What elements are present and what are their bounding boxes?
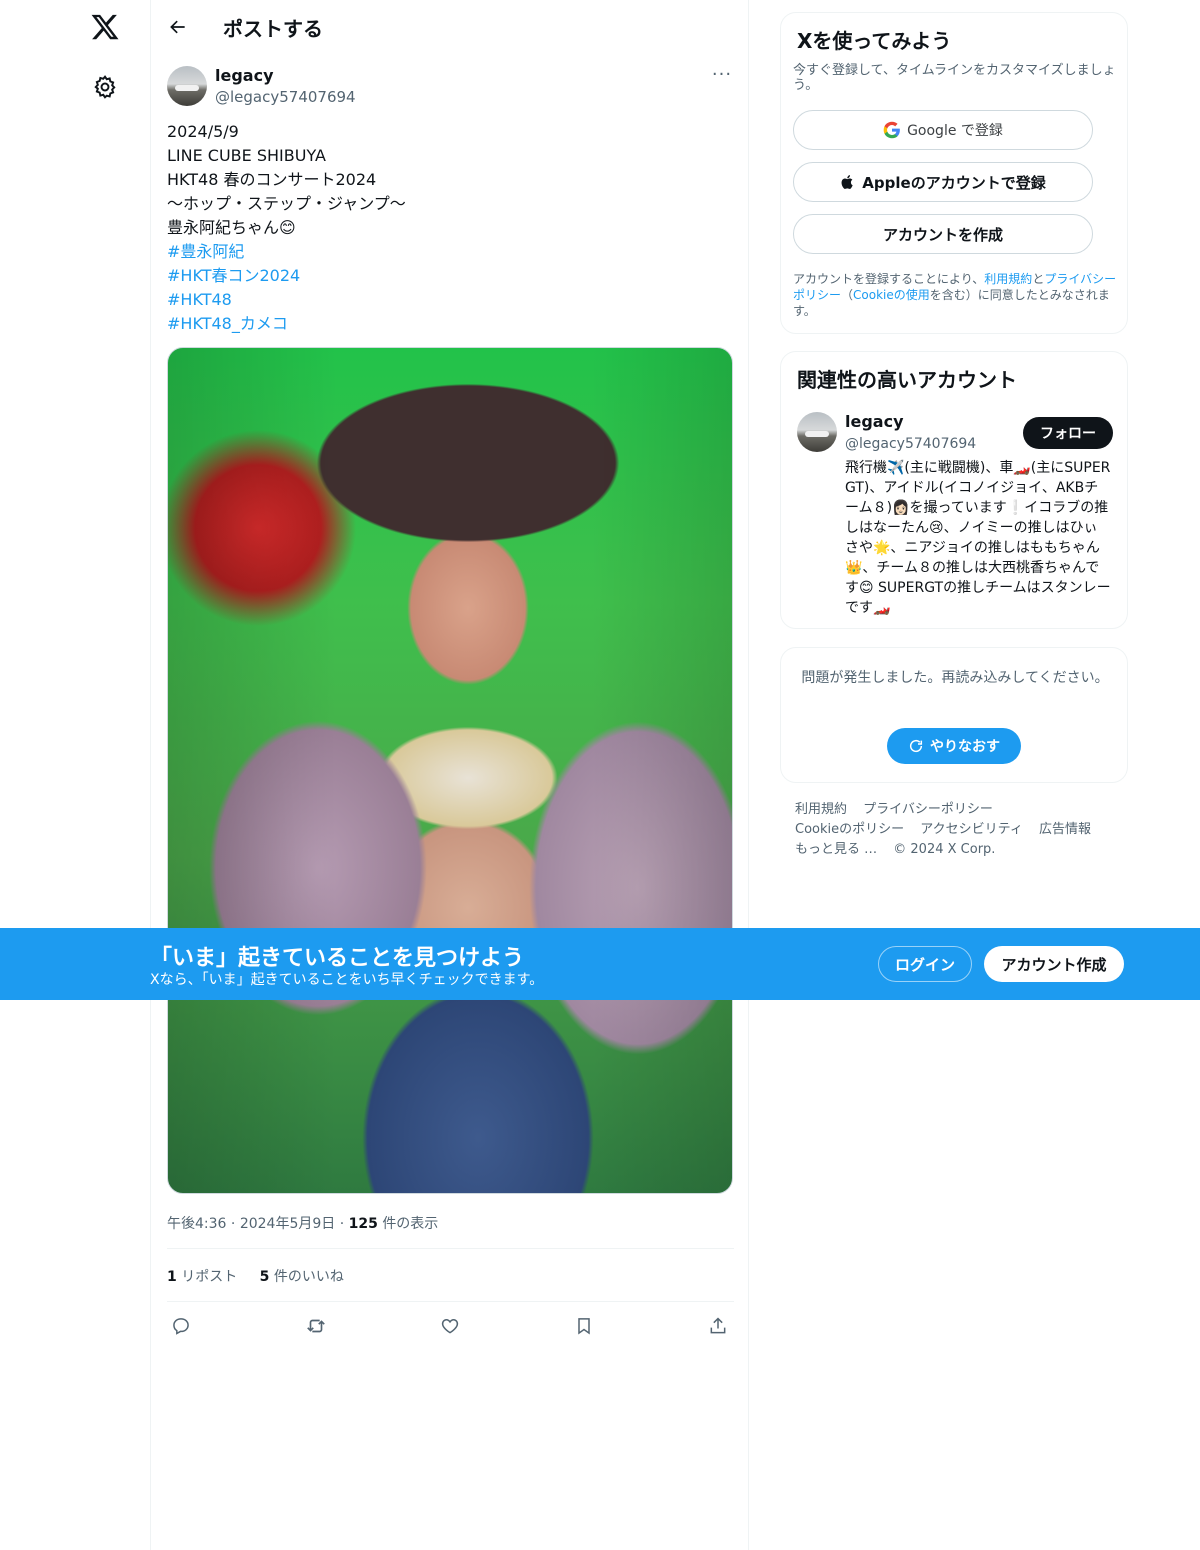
hashtag-link[interactable]: #豊永阿紀 (167, 240, 734, 264)
post-photo[interactable] (167, 347, 733, 1194)
hashtag-link[interactable]: #HKT48_カメコ (167, 312, 734, 336)
google-signup-button[interactable]: Google で登録 (793, 110, 1093, 150)
post-text: 2024/5/9 LINE CUBE SHIBUYA HKT48 春のコンサート… (167, 120, 734, 336)
post-line: HKT48 春のコンサート2024 (167, 170, 377, 189)
reposts-stat[interactable]: 1 リポスト (167, 1269, 237, 1285)
author-handle[interactable]: @legacy57407694 (215, 88, 356, 106)
repost-icon[interactable] (302, 1312, 330, 1340)
footer-link[interactable]: 利用規約 (795, 802, 847, 817)
apple-signup-button[interactable]: Appleのアカウントで登録 (793, 162, 1093, 202)
signup-subtitle: 今すぐ登録して、タイムラインをカスタマイズしましょう。 (793, 63, 1116, 93)
google-signup-label: Google で登録 (907, 123, 1003, 139)
post-line: 豊永阿紀ちゃん😊 (167, 218, 296, 237)
gear-icon[interactable] (92, 74, 118, 100)
retry-label: やりなおす (930, 739, 1000, 755)
header: ポストする (151, 0, 750, 54)
signup-card: Xを使ってみよう 今すぐ登録して、タイムラインをカスタマイズしましょう。 Goo… (780, 12, 1128, 334)
hashtag-link[interactable]: #HKT春コン2024 (167, 264, 734, 288)
views-label: 件の表示 (382, 1216, 439, 1232)
reply-icon[interactable] (167, 1312, 195, 1340)
x-logo-icon[interactable] (90, 12, 120, 42)
more-icon[interactable]: ··· (710, 64, 734, 88)
google-icon (883, 121, 901, 139)
create-account-button[interactable]: アカウントを作成 (793, 214, 1093, 254)
signup-title: Xを使ってみよう (797, 29, 952, 53)
post-line: LINE CUBE SHIBUYA (167, 146, 326, 165)
related-accounts-card: 関連性の高いアカウント legacy @legacy57407694 フォロー … (780, 351, 1128, 629)
avatar[interactable] (167, 66, 207, 106)
post-actions (167, 1312, 734, 1340)
apple-icon (840, 173, 856, 191)
like-icon[interactable] (436, 1312, 464, 1340)
post-meta: 午後4:36 · 2024年5月9日 · 125 件の表示 (167, 1216, 439, 1232)
login-banner: 「いま」起きていることを見つけよう Xなら、「いま」起きていることをいち早くチェ… (0, 928, 1200, 1000)
related-title: 関連性の高いアカウント (797, 368, 1017, 392)
retry-button[interactable]: やりなおす (887, 728, 1021, 764)
avatar[interactable] (797, 412, 837, 452)
post-time[interactable]: 午後4:36 (167, 1216, 226, 1232)
footer-links: 利用規約 プライバシーポリシー Cookieのポリシー アクセシビリティ 広告情… (795, 800, 1125, 860)
footer-link[interactable]: Cookieのポリシー (795, 822, 904, 837)
arrow-left-icon[interactable] (163, 12, 193, 42)
related-handle[interactable]: @legacy57407694 (845, 436, 976, 452)
divider (167, 1301, 734, 1302)
views-count: 125 (348, 1216, 378, 1232)
banner-title: 「いま」起きていることを見つけよう (150, 946, 525, 971)
footer-link[interactable]: プライバシーポリシー (863, 802, 993, 817)
cookie-link[interactable]: Cookieの使用 (853, 288, 930, 302)
left-nav (0, 0, 150, 1550)
post-date[interactable]: 2024年5月9日 (240, 1216, 335, 1232)
login-button[interactable]: ログイン (878, 946, 972, 982)
post-stats: 1 リポスト 5 件のいいね (167, 1266, 362, 1286)
follow-button[interactable]: フォロー (1023, 417, 1113, 449)
likes-stat[interactable]: 5 件のいいね (260, 1269, 344, 1285)
hashtag-link[interactable]: #HKT48 (167, 288, 734, 312)
post-author: legacy @legacy57407694 ··· (167, 64, 734, 108)
main-column: ポストする legacy @legacy57407694 ··· 2024/5/… (150, 0, 749, 1550)
footer-more-link[interactable]: もっと見る … (795, 842, 877, 857)
related-bio: 飛行機✈️(主に戦闘機)、車🏎️(主にSUPER GT)、アイドル(イコノイジョ… (845, 460, 1111, 616)
footer-link[interactable]: 広告情報 (1039, 822, 1091, 837)
bookmark-icon[interactable] (570, 1312, 598, 1340)
post-line: 〜ホップ・ステップ・ジャンプ〜 (167, 194, 406, 213)
legal-text: アカウントを登録することにより、利用規約とプライバシーポリシー（Cookieの使… (793, 272, 1117, 318)
copyright: © 2024 X Corp. (893, 842, 996, 857)
post-line: 2024/5/9 (167, 122, 239, 141)
banner-subtitle: Xなら、「いま」起きていることをいち早くチェックできます。 (150, 972, 544, 988)
terms-link[interactable]: 利用規約 (984, 272, 1032, 286)
apple-signup-label: Appleのアカウントで登録 (862, 173, 1046, 192)
error-message: 問題が発生しました。再読み込みしてください。 (801, 670, 1109, 686)
divider (167, 1248, 734, 1249)
signup-button[interactable]: アカウント作成 (984, 946, 1124, 982)
author-name[interactable]: legacy (215, 66, 274, 85)
footer-link[interactable]: アクセシビリティ (920, 822, 1023, 837)
refresh-icon (908, 738, 924, 754)
page-title: ポストする (223, 17, 323, 41)
related-name[interactable]: legacy (845, 412, 904, 431)
error-card: 問題が発生しました。再読み込みしてください。 やりなおす (780, 647, 1128, 783)
share-icon[interactable] (704, 1312, 732, 1340)
